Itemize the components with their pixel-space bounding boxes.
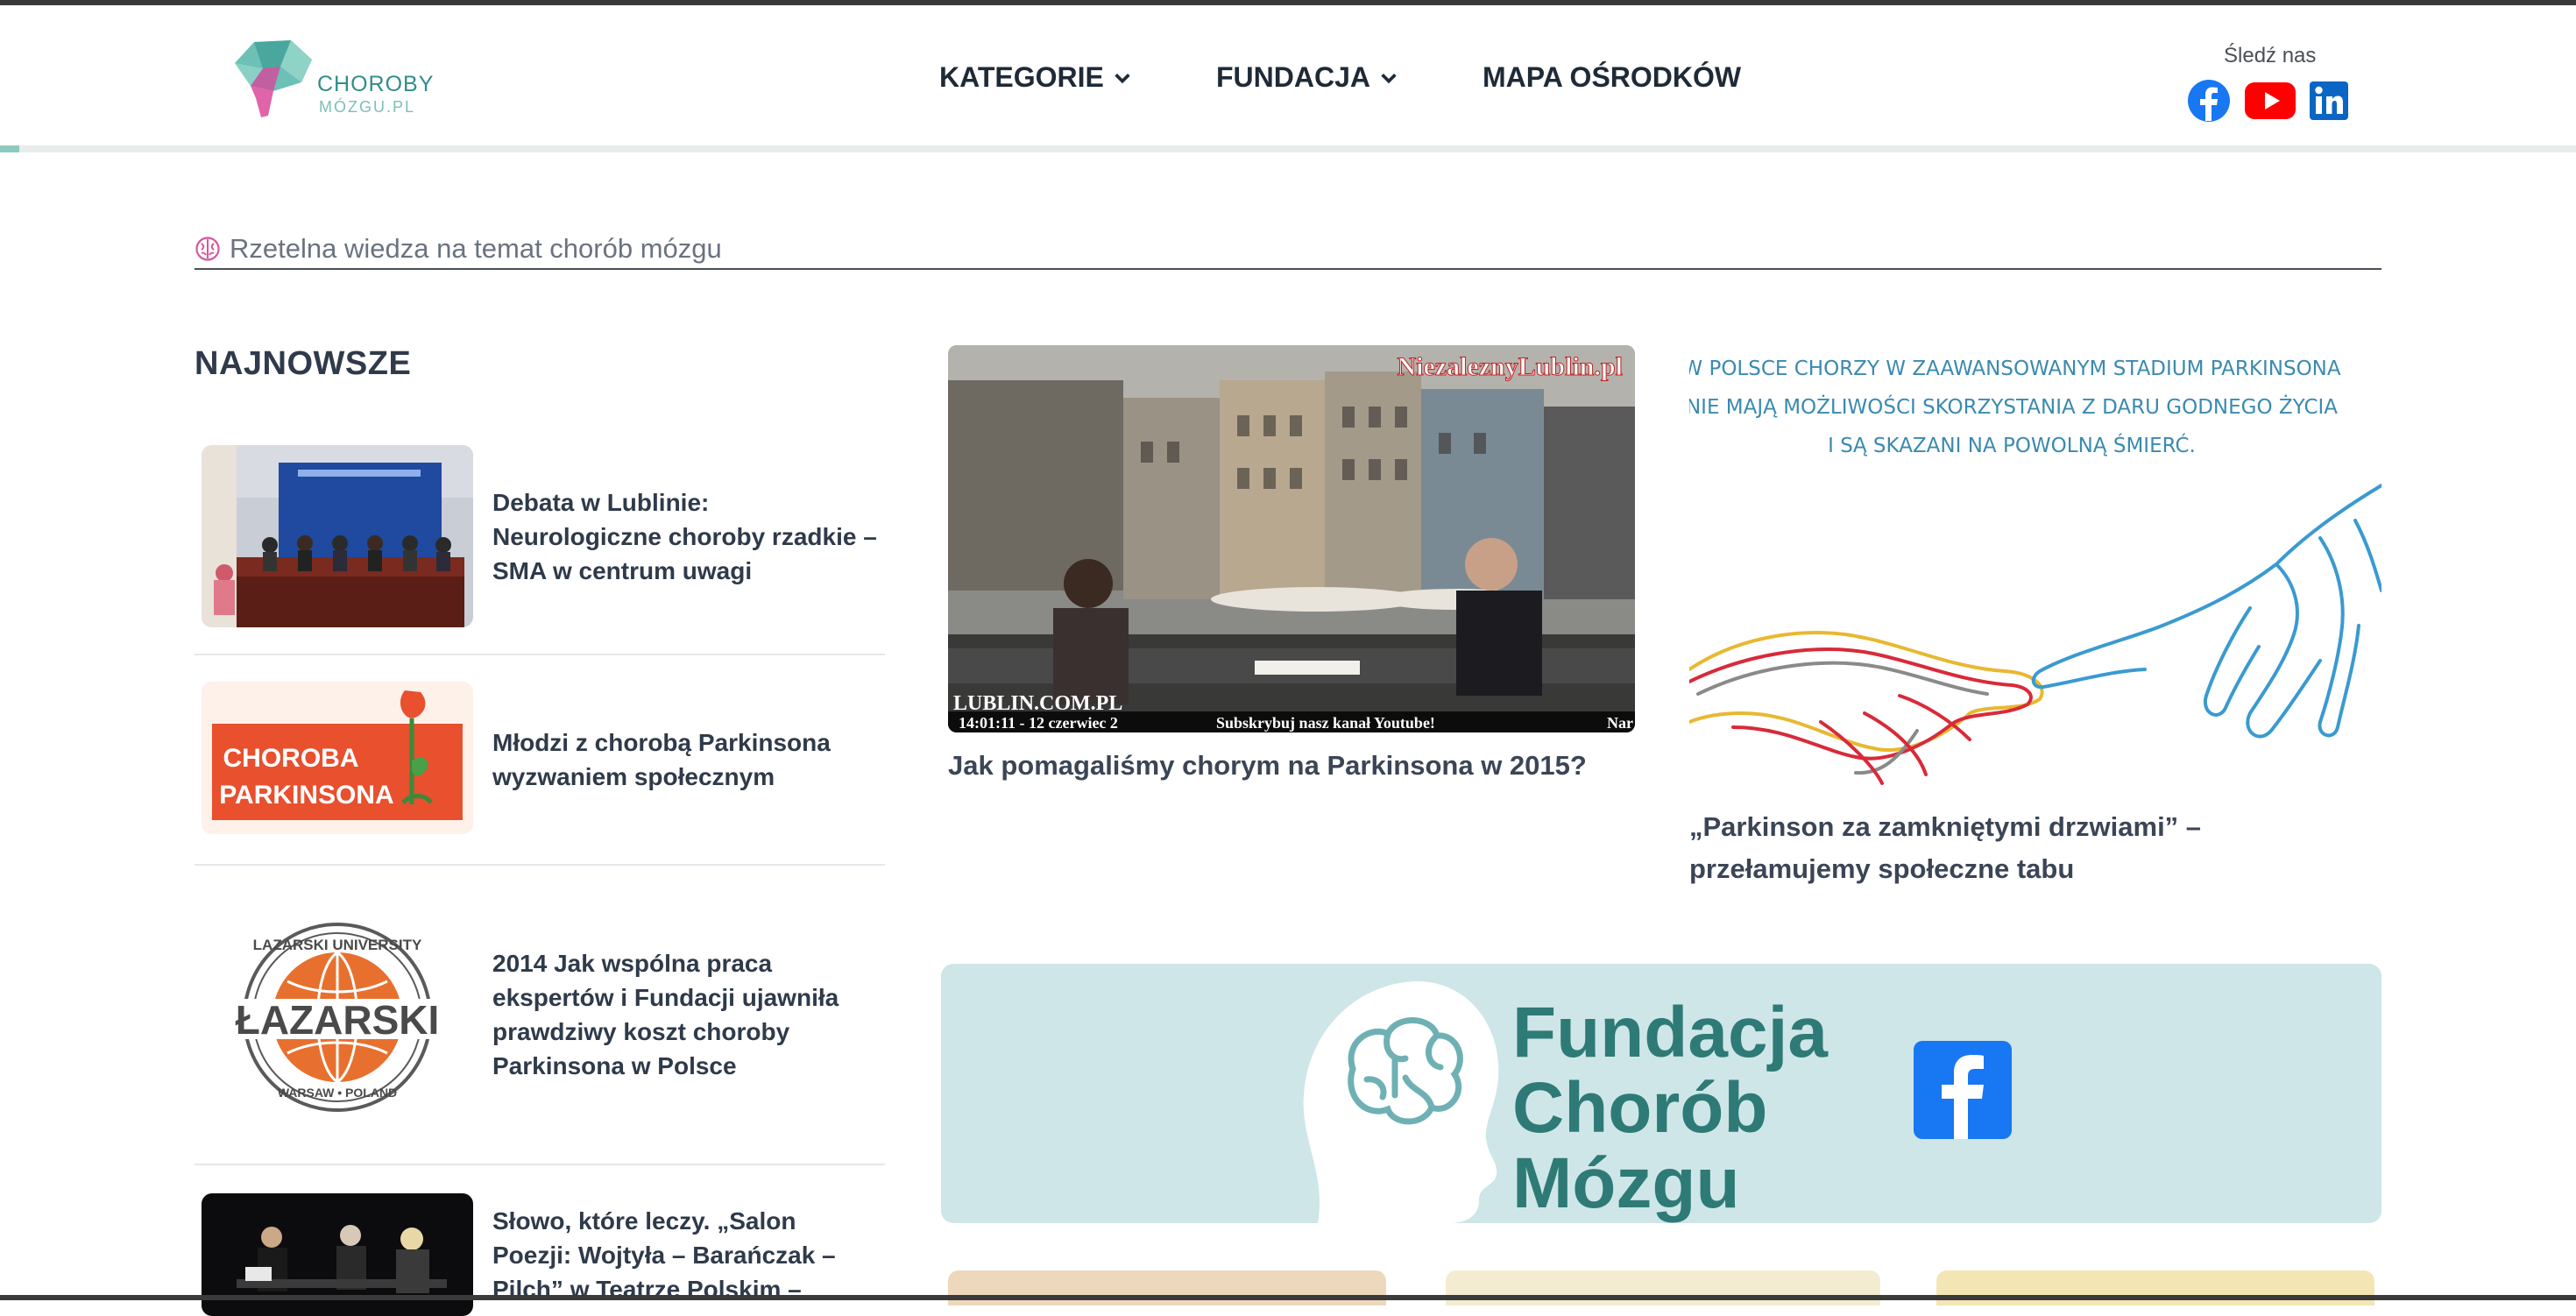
news-thumbnail[interactable]: ŁAZARSKI LAZARSKI UNIVERSITY WARSAW • PO… — [202, 918, 473, 1116]
news-thumbnail[interactable]: CHOROBA PARKINSONA — [202, 682, 473, 834]
brain-icon — [195, 237, 220, 261]
video-brand-text: NiezaleznyLublin.pl — [1397, 352, 1623, 381]
site-logo[interactable]: CHOROBY MÓZGU.PL — [228, 37, 438, 121]
thumb-text: ŁAZARSKI — [236, 997, 440, 1043]
thumb-text: PARKINSONA — [219, 781, 393, 810]
news-thumbnail[interactable] — [202, 445, 473, 627]
card-peek[interactable] — [1446, 1270, 1880, 1305]
thumb-text: WARSAW • POLAND — [278, 1086, 397, 1100]
scroll-progress-indicator — [0, 145, 19, 152]
featured-article[interactable]: NiezaleznyLublin.pl LUBLIN.COM.PL 14:01:… — [948, 345, 1637, 792]
video-subscribe-text: Subskrybuj nasz kanał Youtube! — [1216, 714, 1435, 732]
site-tagline: Rzetelna wiedza na temat chorób mózgu — [195, 230, 2381, 270]
header-divider — [0, 145, 2576, 152]
banner-line: Mózgu — [1512, 1143, 1740, 1223]
card-peek[interactable] — [1936, 1270, 2374, 1305]
nav-label: FUNDACJA — [1216, 61, 1370, 93]
nav-item-kategorie[interactable]: KATEGORIE — [939, 61, 1132, 94]
banner-text: Fundacja Chorób Mózgu — [1512, 995, 1828, 1221]
news-item[interactable]: ŁAZARSKI LAZARSKI UNIVERSITY WARSAW • PO… — [195, 864, 885, 1165]
facebook-icon[interactable] — [2187, 79, 2231, 123]
social-label: Śledź nas — [2224, 44, 2317, 67]
window-bottom-edge — [0, 1295, 2576, 1300]
video-timestamp: 14:01:11 - 12 czerwiec 2 — [959, 714, 1118, 732]
linkedin-icon[interactable] — [2310, 81, 2348, 120]
thumb-text: CHOROBA — [223, 744, 359, 773]
nav-label: KATEGORIE — [939, 61, 1104, 93]
news-title[interactable]: 2014 Jak wspólna praca ekspertów i Funda… — [492, 946, 878, 1083]
foundation-banner[interactable]: Fundacja Chorób Mózgu — [941, 964, 2381, 1223]
logo-subtitle: MÓZGU.PL — [319, 98, 416, 116]
nav-item-mapa-osrodkow[interactable]: MAPA OŚRODKÓW — [1483, 61, 1741, 94]
news-item[interactable]: CHOROBA PARKINSONA Młodzi z chorobą Park… — [195, 654, 885, 866]
chevron-down-icon — [1381, 73, 1397, 83]
featured-title[interactable]: „Parkinson za zamkniętymi drzwiami” – pr… — [1689, 806, 2381, 890]
news-item[interactable]: Słowo, które leczy. „Salon Poezji: Wojty… — [195, 1164, 885, 1316]
site-header: CHOROBY MÓZGU.PL KATEGORIE FUNDACJA MAPA… — [0, 5, 2576, 145]
banner-line: Fundacja — [1512, 993, 1828, 1072]
featured-article[interactable]: W POLSCE CHORZY W ZAAWANSOWANYM STADIUM … — [1689, 345, 2381, 897]
card-peek[interactable] — [948, 1270, 1386, 1305]
banner-line: Chorób — [1512, 1068, 1768, 1148]
youtube-icon[interactable] — [2245, 82, 2296, 119]
nav-label: MAPA OŚRODKÓW — [1483, 61, 1742, 93]
latest-section-title: NAJNOWSZE — [195, 345, 412, 382]
logo-title: CHOROBY — [317, 72, 435, 96]
social-links: Śledź nas — [2182, 40, 2357, 128]
head-silhouette-icon — [1303, 980, 1499, 1223]
news-item[interactable]: Debata w Lublinie: Neurologiczne choroby… — [195, 433, 885, 655]
featured-title[interactable]: Jak pomagaliśmy chorym na Parkinsona w 2… — [948, 745, 1637, 787]
news-title[interactable]: Młodzi z chorobą Parkinsona wyzwaniem sp… — [492, 725, 878, 794]
tagline-text: Rzetelna wiedza na temat chorób mózgu — [230, 233, 722, 264]
chevron-down-icon — [1115, 73, 1130, 83]
illustration-caption: NIE MAJĄ MOŻLIWOŚCI SKORZYSTANIA Z DARU … — [1689, 394, 2338, 419]
nav-item-fundacja[interactable]: FUNDACJA — [1216, 61, 1398, 94]
video-cut-text: Nar — [1607, 714, 1633, 732]
featured-illustration[interactable]: W POLSCE CHORZY W ZAAWANSOWANYM STADIUM … — [1689, 345, 2381, 794]
brain-logo-icon — [235, 40, 312, 117]
facebook-icon[interactable] — [1914, 1041, 2012, 1139]
news-title[interactable]: Debata w Lublinie: Neurologiczne choroby… — [492, 485, 878, 588]
illustration-caption: W POLSCE CHORZY W ZAAWANSOWANYM STADIUM … — [1689, 357, 2341, 380]
thumb-text: LAZARSKI UNIVERSITY — [253, 937, 422, 953]
news-title[interactable]: Słowo, które leczy. „Salon Poezji: Wojty… — [492, 1204, 878, 1306]
illustration-caption: I SĄ SKAZANI NA POWOLNĄ ŚMIERĆ. — [1828, 433, 2196, 457]
featured-video-thumbnail[interactable]: NiezaleznyLublin.pl LUBLIN.COM.PL 14:01:… — [948, 345, 1635, 732]
